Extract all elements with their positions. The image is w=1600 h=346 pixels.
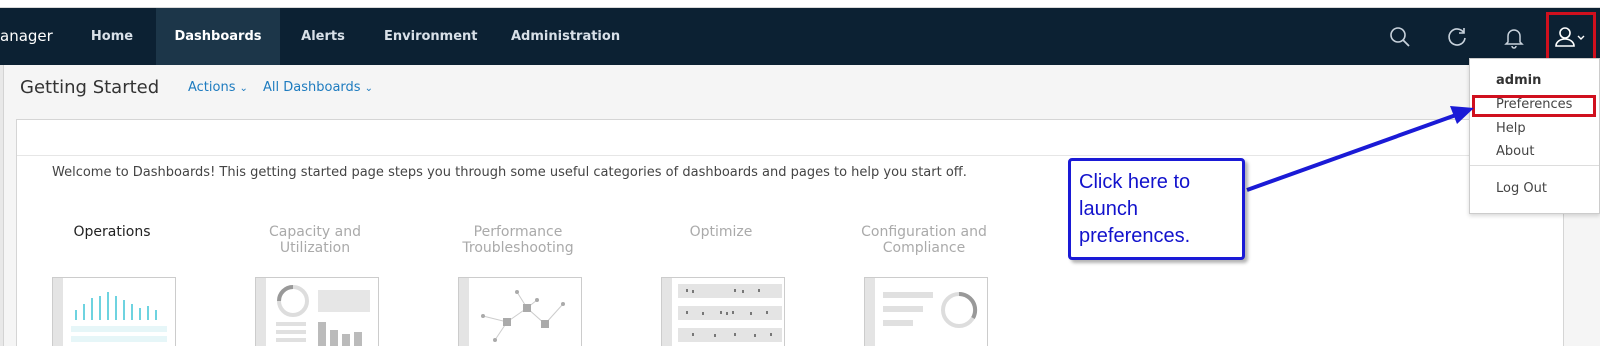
annotation-callout: Click here to launch preferences. xyxy=(1068,158,1245,260)
app-brand: anager xyxy=(0,27,53,45)
browser-top-strip xyxy=(0,0,1600,8)
tab-dashboards[interactable]: Dashboards xyxy=(156,8,280,65)
thumbnail-configuration[interactable] xyxy=(864,277,988,346)
user-menu-dropdown: admin Preferences Help About Log Out xyxy=(1469,58,1600,214)
page-title: Getting Started xyxy=(20,77,160,98)
thumbnail-optimize[interactable] xyxy=(661,277,785,346)
card-divider xyxy=(17,155,1563,156)
user-icon-highlight-box xyxy=(1546,12,1596,61)
category-configuration[interactable]: Configuration and Compliance xyxy=(859,224,989,256)
menu-item-help[interactable]: Help xyxy=(1496,121,1526,136)
search-icon[interactable] xyxy=(1383,20,1417,54)
menu-separator xyxy=(1470,165,1599,166)
top-navigation-bar: anager Home Dashboards Alerts Environmen… xyxy=(0,8,1600,65)
left-panel-edge xyxy=(0,65,4,346)
all-dashboards-menu[interactable]: All Dashboards ⌄ xyxy=(263,80,373,95)
thumbnail-capacity[interactable] xyxy=(255,277,379,346)
category-capacity[interactable]: Capacity and Utilization xyxy=(250,224,380,256)
getting-started-card: Welcome to Dashboards! This getting star… xyxy=(16,119,1564,346)
tab-alerts[interactable]: Alerts xyxy=(298,8,348,65)
main-content: Getting Started Actions ⌄ All Dashboards ⌄… xyxy=(0,65,1600,346)
bell-icon[interactable] xyxy=(1497,20,1531,54)
tab-environment[interactable]: Environment xyxy=(384,8,478,65)
tab-home[interactable]: Home xyxy=(88,8,136,65)
chevron-down-icon: ⌄ xyxy=(364,83,373,94)
actions-menu[interactable]: Actions ⌄ xyxy=(188,80,248,95)
thumbnail-performance[interactable] xyxy=(458,277,582,346)
thumbnail-operations[interactable] xyxy=(52,277,176,346)
chevron-down-icon: ⌄ xyxy=(239,83,248,94)
category-operations[interactable]: Operations xyxy=(47,224,177,240)
all-dashboards-label: All Dashboards xyxy=(263,80,361,95)
welcome-text: Welcome to Dashboards! This getting star… xyxy=(52,165,967,180)
menu-username: admin xyxy=(1496,73,1542,88)
tab-administration[interactable]: Administration xyxy=(511,8,620,65)
preferences-highlight-box xyxy=(1472,95,1596,117)
menu-item-logout[interactable]: Log Out xyxy=(1496,181,1547,196)
menu-item-about[interactable]: About xyxy=(1496,144,1534,159)
refresh-icon[interactable] xyxy=(1440,20,1474,54)
category-performance[interactable]: Performance Troubleshooting xyxy=(453,224,583,256)
actions-label: Actions xyxy=(188,80,236,95)
category-optimize[interactable]: Optimize xyxy=(656,224,786,240)
